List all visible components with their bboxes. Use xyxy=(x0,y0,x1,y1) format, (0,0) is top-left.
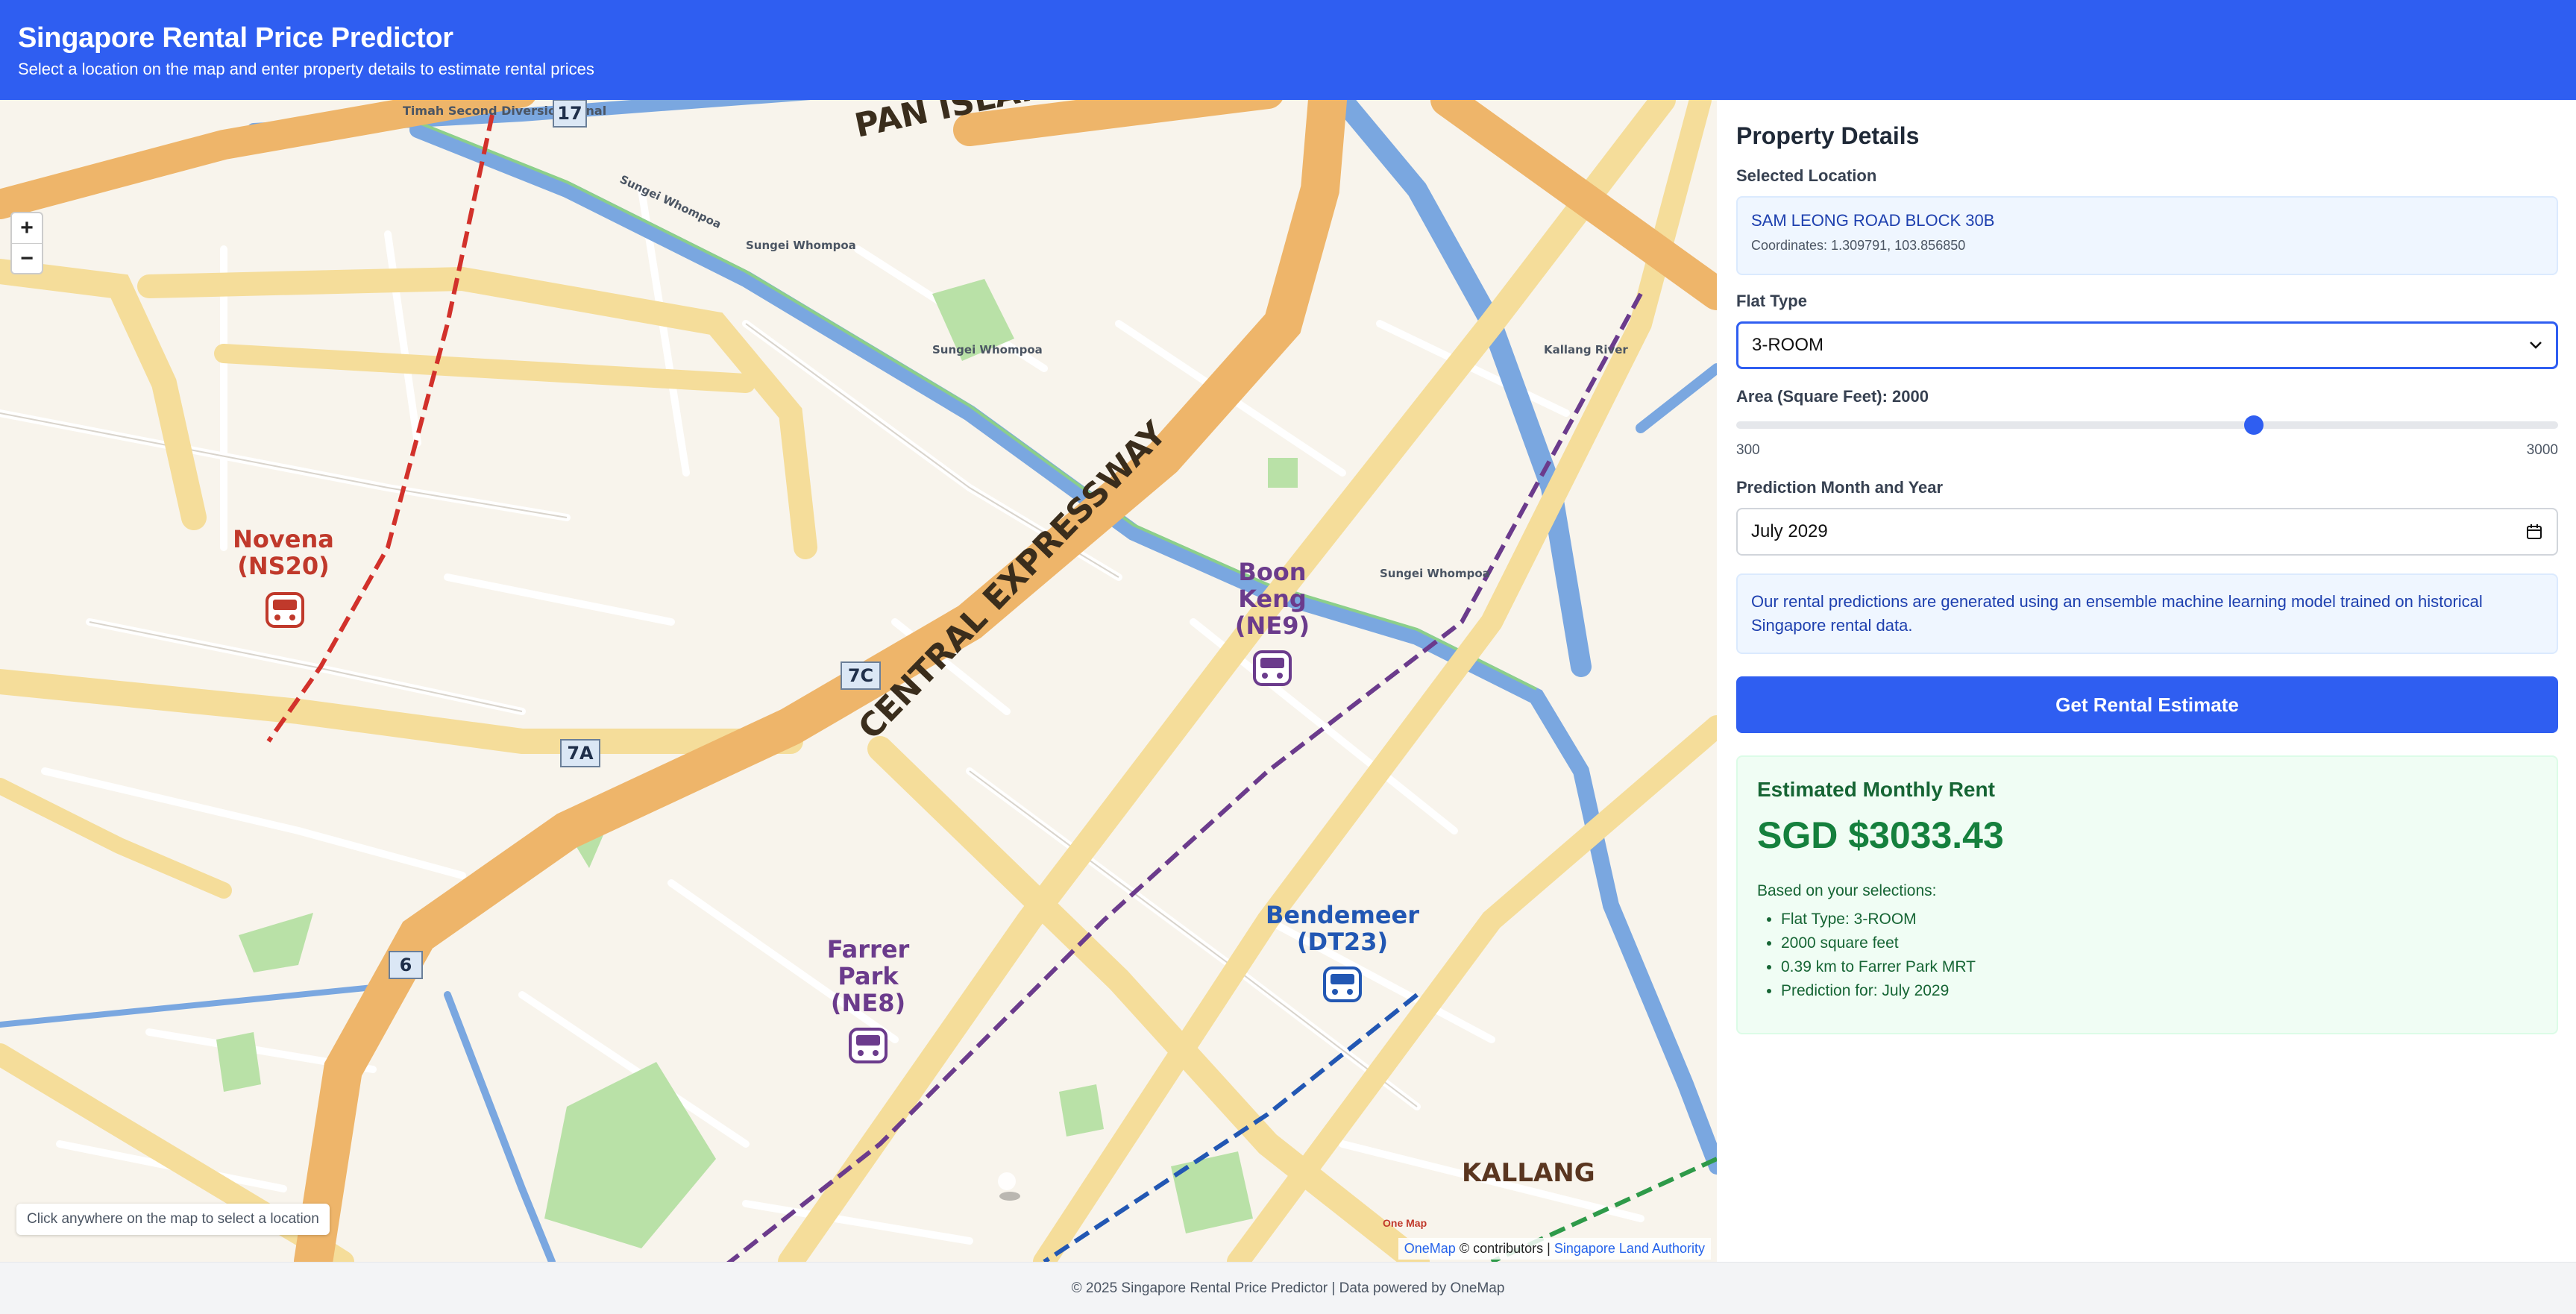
station-park: Park xyxy=(838,962,899,990)
footer: © 2025 Singapore Rental Price Predictor … xyxy=(0,1262,2576,1314)
zoom-control: + − xyxy=(10,212,43,274)
exit-6: 6 xyxy=(400,955,412,975)
station-boon: Boon xyxy=(1238,558,1306,586)
month-input[interactable]: July 2029 xyxy=(1736,508,2558,556)
area-slider[interactable] xyxy=(1736,415,2558,435)
river-label-2: Sungei Whompoa xyxy=(746,239,856,252)
map[interactable]: PAN ISLAND EXP CENTRAL EXPRESSWAY KALLAN… xyxy=(0,100,1717,1262)
calendar-icon[interactable] xyxy=(2525,523,2543,541)
result-item: 2000 square feet xyxy=(1781,931,2537,955)
location-coordinates: Coordinates: 1.309791, 103.856850 xyxy=(1751,238,1966,253)
app-subtitle: Select a location on the map and enter p… xyxy=(18,60,594,78)
road-label-cte: CENTRAL EXPRESSWAY xyxy=(851,414,1175,746)
location-name: SAM LEONG ROAD BLOCK 30B xyxy=(1751,211,1995,230)
estimated-price: SGD $3033.43 xyxy=(1757,814,2004,856)
zoom-in-button[interactable]: + xyxy=(12,213,42,243)
area-range: 300 3000 xyxy=(1736,442,2558,459)
chevron-down-icon xyxy=(2530,342,2542,349)
result-item: Flat Type: 3-ROOM xyxy=(1781,908,2537,931)
station-novena-code: (NS20) xyxy=(237,552,330,580)
attribution-contributors: © contributors | xyxy=(1459,1241,1551,1256)
location-label: Selected Location xyxy=(1736,166,1877,185)
train-icon-farrer xyxy=(849,1028,888,1063)
flat-type-value: 3-ROOM xyxy=(1752,335,1823,355)
month-value: July 2029 xyxy=(1751,521,1828,541)
train-icon-novena xyxy=(266,592,304,628)
zoom-out-button[interactable]: − xyxy=(12,243,42,273)
app-header: Singapore Rental Price Predictor Select … xyxy=(0,0,2576,100)
area-min: 300 xyxy=(1736,442,1760,458)
model-info-box: Our rental predictions are generated usi… xyxy=(1736,573,2558,654)
train-icon-bendemeer xyxy=(1323,966,1362,1002)
panel-title: Property Details xyxy=(1736,122,1920,149)
area-label-kallang: KALLANG xyxy=(1462,1158,1595,1188)
river-label-kallang: Kallang River xyxy=(1544,343,1628,356)
map-hint: Click anywhere on the map to select a lo… xyxy=(16,1204,330,1235)
station-novena: Novena xyxy=(233,525,334,553)
result-item: Prediction for: July 2029 xyxy=(1781,979,2537,1003)
area-label: Area (Square Feet): 2000 xyxy=(1736,387,1929,406)
map-canvas[interactable]: PAN ISLAND EXP CENTRAL EXPRESSWAY KALLAN… xyxy=(0,100,1717,1262)
map-attribution: OneMap © contributors | Singapore Land A… xyxy=(1398,1238,1711,1260)
result-title: Estimated Monthly Rent xyxy=(1757,778,1995,801)
station-boonkeng-code: (NE9) xyxy=(1235,612,1310,640)
get-estimate-button[interactable]: Get Rental Estimate xyxy=(1736,676,2558,733)
selected-location-box: SAM LEONG ROAD BLOCK 30B Coordinates: 1.… xyxy=(1736,196,2558,275)
result-details: Flat Type: 3-ROOM 2000 square feet 0.39 … xyxy=(1757,908,2537,1003)
location-marker-icon xyxy=(998,1172,1020,1201)
river-label-3: Sungei Whompoa xyxy=(932,343,1043,356)
result-basis: Based on your selections: xyxy=(1757,882,1937,899)
app-title: Singapore Rental Price Predictor xyxy=(18,22,453,54)
slider-thumb[interactable] xyxy=(2243,415,2264,435)
exit-17: 17 xyxy=(557,103,582,124)
train-icon-boonkeng xyxy=(1253,650,1292,686)
river-label-4: Sungei Whompoa xyxy=(1380,567,1490,580)
train-icons xyxy=(266,592,1362,1063)
sla-link[interactable]: Singapore Land Authority xyxy=(1554,1241,1705,1256)
area-max: 3000 xyxy=(2526,442,2558,458)
onemap-link[interactable]: OneMap xyxy=(1404,1241,1456,1256)
property-details-panel: Property Details Selected Location SAM L… xyxy=(1717,100,2576,1262)
station-keng: Keng xyxy=(1238,585,1307,613)
station-bendemeer: Bendemeer xyxy=(1266,901,1419,929)
station-farrer: Farrer xyxy=(827,935,910,964)
flat-type-select[interactable]: 3-ROOM xyxy=(1736,321,2558,369)
month-label: Prediction Month and Year xyxy=(1736,478,1944,497)
station-bendemeer-code: (DT23) xyxy=(1297,928,1388,956)
station-farrer-code: (NE8) xyxy=(831,989,905,1017)
result-item: 0.39 km to Farrer Park MRT xyxy=(1781,955,2537,979)
slider-track xyxy=(1736,421,2558,429)
onemap-logo: One Map xyxy=(1383,1217,1427,1229)
estimate-result-box: Estimated Monthly Rent SGD $3033.43 Base… xyxy=(1736,755,2558,1034)
exit-7a: 7A xyxy=(567,743,594,764)
exit-7c: 7C xyxy=(848,665,873,686)
flat-type-label: Flat Type xyxy=(1736,292,1807,310)
